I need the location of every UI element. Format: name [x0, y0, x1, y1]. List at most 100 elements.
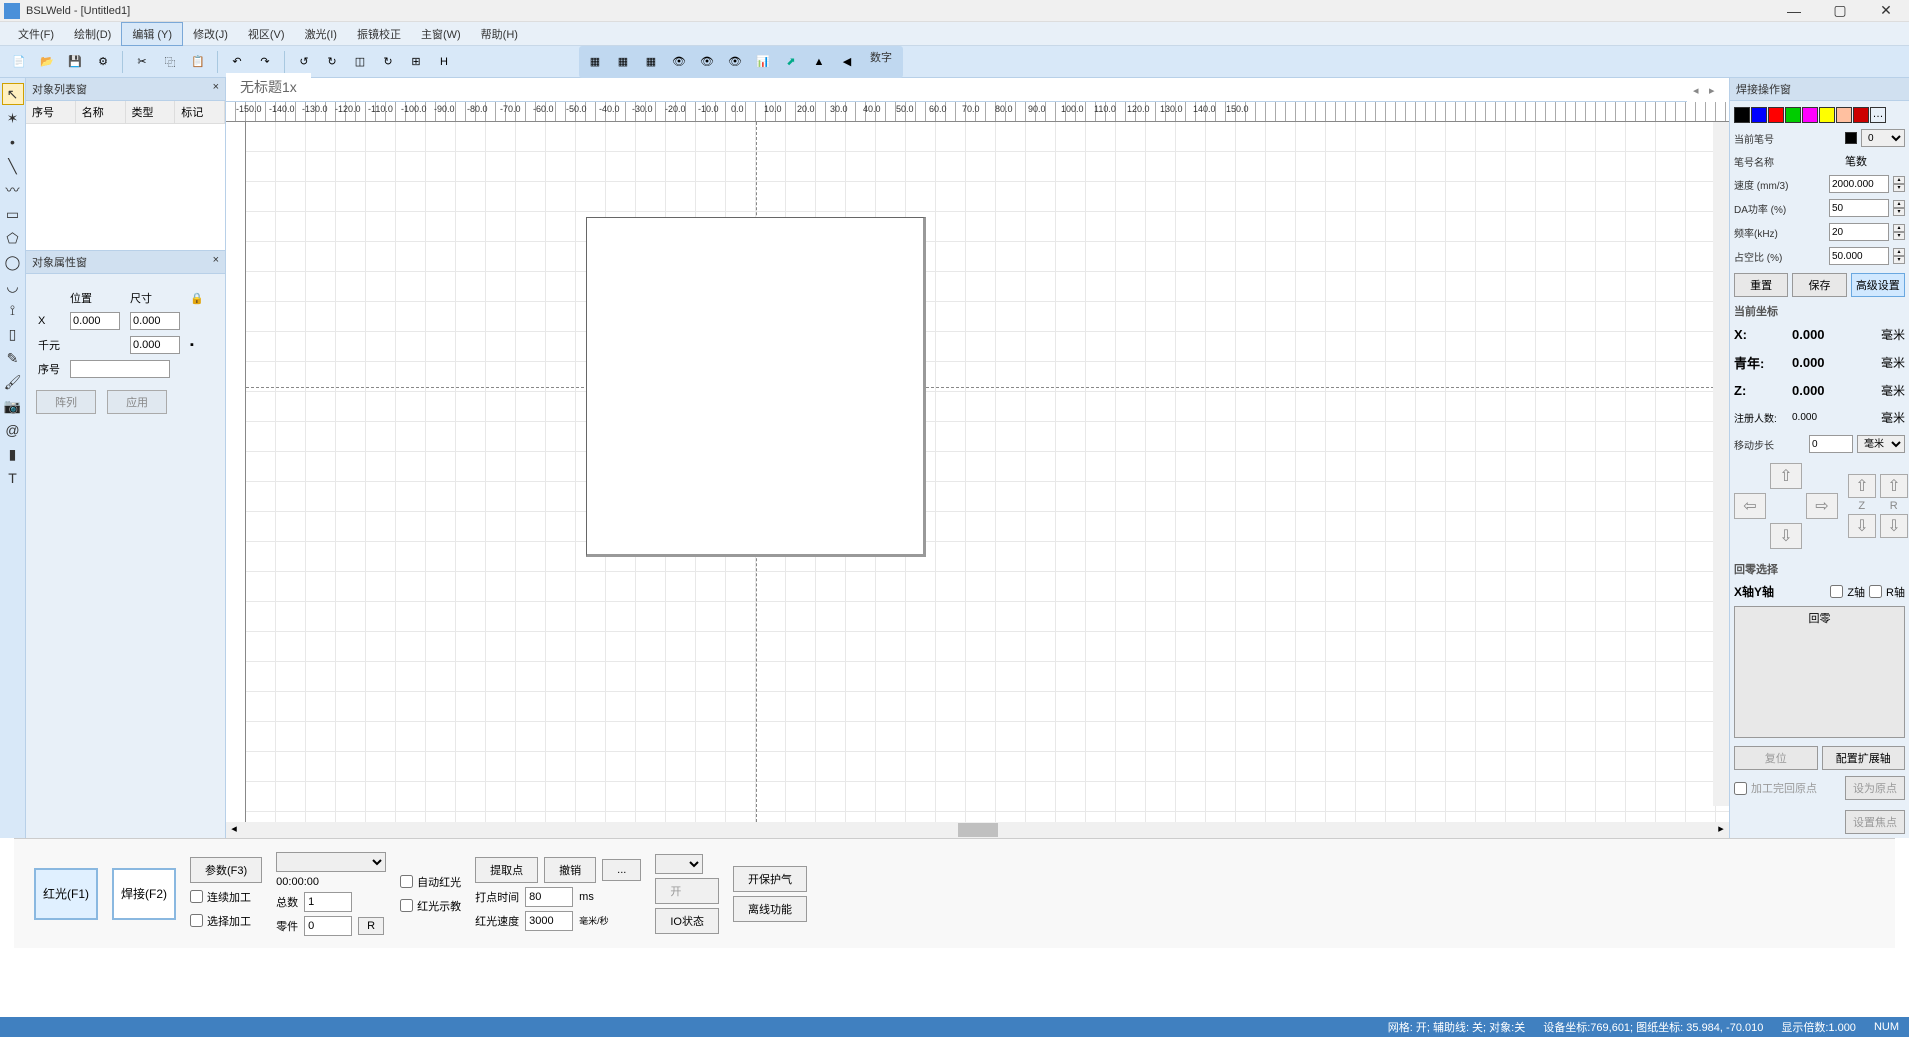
- new-file-icon[interactable]: 📄: [6, 49, 32, 75]
- undo-point-button[interactable]: 撤销: [544, 857, 596, 883]
- view-icon[interactable]: ▦: [610, 49, 636, 75]
- cut-icon[interactable]: ✂: [129, 49, 155, 75]
- eye-icon[interactable]: 👁: [694, 49, 720, 75]
- menu-edit[interactable]: 编辑 (Y): [121, 22, 183, 46]
- chart-icon[interactable]: 📊: [750, 49, 776, 75]
- minimize-button[interactable]: —: [1771, 0, 1817, 22]
- continuous-checkbox[interactable]: [190, 890, 203, 903]
- weld-button[interactable]: 焊接(F2): [112, 868, 176, 920]
- menu-window[interactable]: 主窗(W): [411, 23, 471, 45]
- color-swatch[interactable]: [1836, 107, 1852, 123]
- selection-checkbox[interactable]: [190, 914, 203, 927]
- eye-icon[interactable]: 👁: [666, 49, 692, 75]
- speed-spinner[interactable]: ▴▾: [1893, 176, 1905, 192]
- view-icon[interactable]: ▦: [638, 49, 664, 75]
- cursor-icon[interactable]: ⬈: [778, 49, 804, 75]
- r-axis-checkbox[interactable]: [1869, 585, 1882, 598]
- goto-zero-button[interactable]: 回零: [1734, 606, 1905, 738]
- z-up-button[interactable]: ⇧: [1848, 474, 1876, 498]
- toolbar-icon[interactable]: H: [431, 49, 457, 75]
- jog-up-button[interactable]: ⇧: [1770, 463, 1802, 489]
- rotate-left-icon[interactable]: ↺: [291, 49, 317, 75]
- color-swatch[interactable]: [1768, 107, 1784, 123]
- io-status-button[interactable]: IO状态: [655, 908, 719, 934]
- color-swatch[interactable]: [1802, 107, 1818, 123]
- menu-draw[interactable]: 绘制(D): [64, 23, 121, 45]
- jog-down-button[interactable]: ⇩: [1770, 523, 1802, 549]
- menu-view[interactable]: 视区(V): [238, 23, 295, 45]
- y-size-input[interactable]: [130, 336, 180, 354]
- measure-tool-icon[interactable]: ⟟: [2, 299, 24, 321]
- menu-file[interactable]: 文件(F): [8, 23, 64, 45]
- preset-select[interactable]: [276, 852, 386, 872]
- extract-point-button[interactable]: 提取点: [475, 857, 538, 883]
- col-mark[interactable]: 标记: [175, 101, 225, 123]
- color-swatch[interactable]: [1734, 107, 1750, 123]
- ruler-tool-icon[interactable]: ▯: [2, 323, 24, 345]
- close-button[interactable]: ✕: [1863, 0, 1909, 22]
- color-swatch[interactable]: [1853, 107, 1869, 123]
- panel-close-icon[interactable]: ×: [213, 254, 219, 270]
- r-up-button[interactable]: ⇧: [1880, 474, 1908, 498]
- sound-icon[interactable]: ◀: [834, 49, 860, 75]
- vertical-scrollbar[interactable]: [1713, 122, 1729, 806]
- jog-left-button[interactable]: ⇦: [1734, 493, 1766, 519]
- menu-laser[interactable]: 激光(I): [295, 23, 347, 45]
- fill-tool-icon[interactable]: ▮: [2, 443, 24, 465]
- drawing-canvas[interactable]: [246, 122, 1729, 822]
- rect-tool-icon[interactable]: ▭: [2, 203, 24, 225]
- mode-select[interactable]: [655, 854, 703, 874]
- eye-icon[interactable]: 👁: [722, 49, 748, 75]
- parts-input[interactable]: [304, 916, 352, 936]
- camera-tool-icon[interactable]: 📷: [2, 395, 24, 417]
- horizontal-scrollbar[interactable]: ◂ ▸: [226, 822, 1729, 838]
- z-axis-checkbox[interactable]: [1830, 585, 1843, 598]
- x-pos-input[interactable]: [70, 312, 120, 330]
- freq-spinner[interactable]: ▴▾: [1893, 224, 1905, 240]
- duty-spinner[interactable]: ▴▾: [1893, 248, 1905, 264]
- col-name[interactable]: 名称: [76, 101, 126, 123]
- line-tool-icon[interactable]: ╲: [2, 155, 24, 177]
- view-icon[interactable]: ▦: [582, 49, 608, 75]
- seq-input[interactable]: [70, 360, 170, 378]
- apply-button[interactable]: 应用: [107, 390, 167, 414]
- pen-select[interactable]: 0: [1861, 129, 1905, 147]
- color-swatch[interactable]: [1785, 107, 1801, 123]
- arc-tool-icon[interactable]: ◡: [2, 275, 24, 297]
- link-icon[interactable]: ▪: [190, 339, 194, 351]
- brush-tool-icon[interactable]: 🖌: [2, 371, 24, 393]
- red-speed-input[interactable]: [525, 911, 573, 931]
- auto-red-checkbox[interactable]: [400, 875, 413, 888]
- open-button[interactable]: 开: [655, 878, 719, 904]
- rotate-right-icon[interactable]: ↻: [319, 49, 345, 75]
- menu-help[interactable]: 帮助(H): [471, 23, 528, 45]
- paste-icon[interactable]: 📋: [185, 49, 211, 75]
- lock-icon[interactable]: 🔒: [190, 293, 204, 305]
- tab-prev-icon[interactable]: ◂: [1693, 84, 1707, 97]
- copy-icon[interactable]: ⿻: [157, 49, 183, 75]
- node-tool-icon[interactable]: ✶: [2, 107, 24, 129]
- offline-button[interactable]: 离线功能: [733, 896, 807, 922]
- jog-right-button[interactable]: ⇨: [1806, 493, 1838, 519]
- power-spinner[interactable]: ▴▾: [1893, 200, 1905, 216]
- x-size-input[interactable]: [130, 312, 180, 330]
- reset-button[interactable]: 重置: [1734, 273, 1788, 297]
- step-input[interactable]: [1809, 435, 1853, 453]
- panel-close-icon[interactable]: ×: [213, 81, 219, 97]
- more-button[interactable]: ...: [602, 859, 641, 881]
- param-button[interactable]: 参数(F3): [190, 857, 262, 883]
- gas-button[interactable]: 开保护气: [733, 866, 807, 892]
- color-swatch[interactable]: [1819, 107, 1835, 123]
- toolbar-icon[interactable]: ↻: [375, 49, 401, 75]
- tab-next-icon[interactable]: ▸: [1709, 84, 1723, 97]
- color-swatch[interactable]: [1751, 107, 1767, 123]
- config-ext-axis-button[interactable]: 配置扩展轴: [1822, 746, 1906, 770]
- array-button[interactable]: 阵列: [36, 390, 96, 414]
- pencil-tool-icon[interactable]: ✎: [2, 347, 24, 369]
- undo-icon[interactable]: ↶: [224, 49, 250, 75]
- red-teach-checkbox[interactable]: [400, 899, 413, 912]
- dot-time-input[interactable]: [525, 887, 573, 907]
- speed-input[interactable]: [1829, 175, 1889, 193]
- col-seq[interactable]: 序号: [26, 101, 76, 123]
- save-icon[interactable]: 💾: [62, 49, 88, 75]
